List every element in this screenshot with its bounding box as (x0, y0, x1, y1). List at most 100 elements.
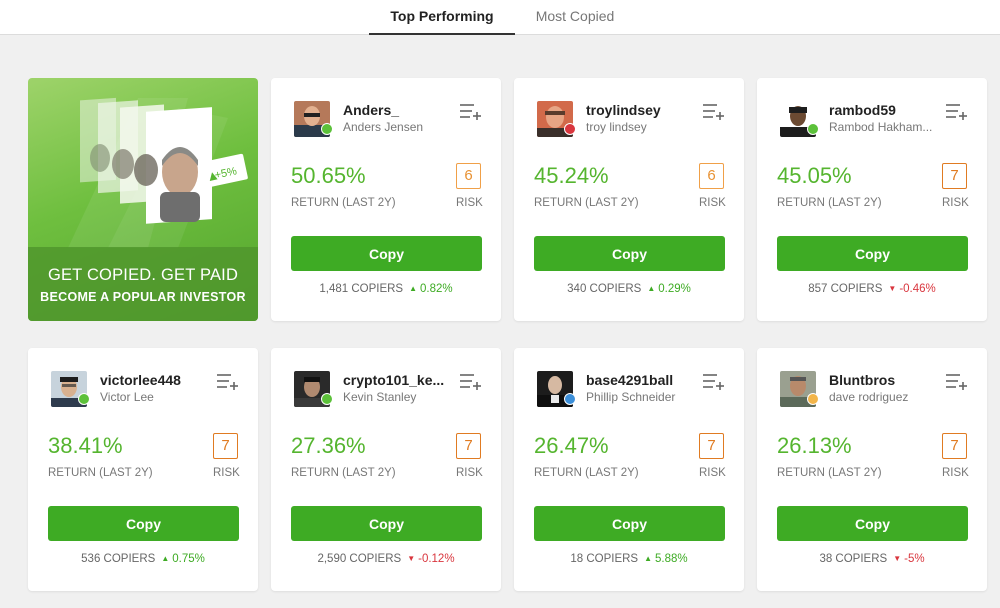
username[interactable]: Bluntbros (829, 372, 944, 388)
copiers-row: 857 COPIERS ▼ -0.46% (757, 283, 987, 295)
full-name: Phillip Schneider (586, 390, 676, 404)
full-name: Anders Jensen (343, 120, 424, 134)
copy-button[interactable]: Copy (534, 236, 725, 271)
tab-top-performing[interactable]: Top Performing (369, 0, 515, 35)
add-to-watchlist-icon[interactable] (702, 372, 726, 392)
copiers-change: 0.29% (658, 283, 691, 295)
risk-label: RISK (942, 467, 969, 479)
tab-most-copied[interactable]: Most Copied (515, 0, 635, 35)
risk-score: 7 (699, 433, 724, 459)
trend-up-icon: ▲ (647, 284, 656, 293)
risk-label: RISK (456, 197, 483, 209)
copiers-row: 340 COPIERS ▲ 0.29% (514, 283, 744, 295)
promo-illustration: +5% (68, 97, 248, 248)
investor-card[interactable]: troylindsey troy lindsey 45.24% RETURN (… (514, 78, 744, 321)
username[interactable]: base4291ball (586, 372, 701, 388)
return-value: 26.47% (534, 433, 609, 458)
username[interactable]: Anders_ (343, 102, 458, 118)
trend-down-icon: ▼ (407, 554, 416, 563)
copiers-row: 536 COPIERS ▲ 0.75% (28, 553, 258, 565)
copy-button[interactable]: Copy (291, 506, 482, 541)
return-label: RETURN (LAST 2Y) (777, 467, 882, 479)
verified-badge-icon (564, 123, 576, 135)
copiers-row: 38 COPIERS ▼ -5% (757, 553, 987, 565)
verified-badge-icon (321, 393, 333, 405)
full-name: dave rodriguez (829, 390, 909, 404)
risk-score: 6 (456, 163, 481, 189)
risk-score: 6 (699, 163, 724, 189)
copiers-count: 38 COPIERS (819, 553, 888, 565)
return-label: RETURN (LAST 2Y) (291, 197, 396, 209)
investor-card[interactable]: victorlee448 Victor Lee 38.41% RETURN (L… (28, 348, 258, 591)
copy-button[interactable]: Copy (291, 236, 482, 271)
return-label: RETURN (LAST 2Y) (534, 467, 639, 479)
risk-label: RISK (213, 467, 240, 479)
risk-label: RISK (699, 467, 726, 479)
copiers-change: -5% (904, 553, 925, 565)
username[interactable]: victorlee448 (100, 372, 215, 388)
username[interactable]: crypto101_ke... (343, 372, 458, 388)
copy-button[interactable]: Copy (48, 506, 239, 541)
copiers-row: 1,481 COPIERS ▲ 0.82% (271, 283, 501, 295)
return-label: RETURN (LAST 2Y) (777, 197, 882, 209)
investor-card[interactable]: Anders_ Anders Jensen 50.65% RETURN (LAS… (271, 78, 501, 321)
risk-label: RISK (456, 467, 483, 479)
add-to-watchlist-icon[interactable] (945, 372, 969, 392)
copiers-change: -0.12% (418, 553, 455, 565)
add-to-watchlist-icon[interactable] (945, 102, 969, 122)
promo-subtitle: BECOME A POPULAR INVESTOR (40, 290, 246, 304)
return-label: RETURN (LAST 2Y) (534, 197, 639, 209)
return-value: 26.13% (777, 433, 852, 458)
copiers-count: 857 COPIERS (808, 283, 883, 295)
copy-button[interactable]: Copy (534, 506, 725, 541)
trend-up-icon: ▲ (644, 554, 653, 563)
verified-badge-icon (807, 393, 819, 405)
return-value: 27.36% (291, 433, 366, 458)
verified-badge-icon (807, 123, 819, 135)
copiers-row: 2,590 COPIERS ▼ -0.12% (271, 553, 501, 565)
copy-button[interactable]: Copy (777, 236, 968, 271)
copiers-row: 18 COPIERS ▲ 5.88% (514, 553, 744, 565)
verified-badge-icon (321, 123, 333, 135)
full-name: Victor Lee (100, 390, 154, 404)
copiers-count: 340 COPIERS (567, 283, 642, 295)
investor-card[interactable]: crypto101_ke... Kevin Stanley 27.36% RET… (271, 348, 501, 591)
copiers-count: 18 COPIERS (570, 553, 639, 565)
promo-banner[interactable]: +5% GET COPIED. GET PAID BECOME A POPULA… (28, 78, 258, 321)
trend-up-icon: ▲ (409, 284, 418, 293)
risk-score: 7 (942, 163, 967, 189)
add-to-watchlist-icon[interactable] (459, 372, 483, 392)
investor-card[interactable]: Bluntbros dave rodriguez 26.13% RETURN (… (757, 348, 987, 591)
promo-title: GET COPIED. GET PAID (47, 266, 239, 284)
full-name: Rambod Hakham... (829, 120, 933, 134)
return-value: 50.65% (291, 163, 366, 188)
risk-score: 7 (456, 433, 481, 459)
full-name: Kevin Stanley (343, 390, 417, 404)
return-label: RETURN (LAST 2Y) (48, 467, 153, 479)
add-to-watchlist-icon[interactable] (216, 372, 240, 392)
tabs-bar: Top Performing Most Copied (0, 0, 1000, 35)
copiers-change: -0.46% (899, 283, 936, 295)
copiers-count: 1,481 COPIERS (319, 283, 404, 295)
return-value: 45.24% (534, 163, 609, 188)
trend-down-icon: ▼ (893, 554, 902, 563)
return-value: 45.05% (777, 163, 852, 188)
copiers-change: 5.88% (655, 553, 688, 565)
copiers-count: 536 COPIERS (81, 553, 156, 565)
username[interactable]: troylindsey (586, 102, 701, 118)
verified-badge-icon (78, 393, 90, 405)
add-to-watchlist-icon[interactable] (459, 102, 483, 122)
full-name: troy lindsey (586, 120, 647, 134)
return-value: 38.41% (48, 433, 123, 458)
return-label: RETURN (LAST 2Y) (291, 467, 396, 479)
investor-card[interactable]: rambod59 Rambod Hakham... 45.05% RETURN … (757, 78, 987, 321)
add-to-watchlist-icon[interactable] (702, 102, 726, 122)
risk-label: RISK (699, 197, 726, 209)
copy-button[interactable]: Copy (777, 506, 968, 541)
username[interactable]: rambod59 (829, 102, 944, 118)
risk-score: 7 (942, 433, 967, 459)
verified-badge-icon (564, 393, 576, 405)
copiers-change: 0.75% (172, 553, 205, 565)
investor-card[interactable]: base4291ball Phillip Schneider 26.47% RE… (514, 348, 744, 591)
trend-up-icon: ▲ (161, 554, 170, 563)
